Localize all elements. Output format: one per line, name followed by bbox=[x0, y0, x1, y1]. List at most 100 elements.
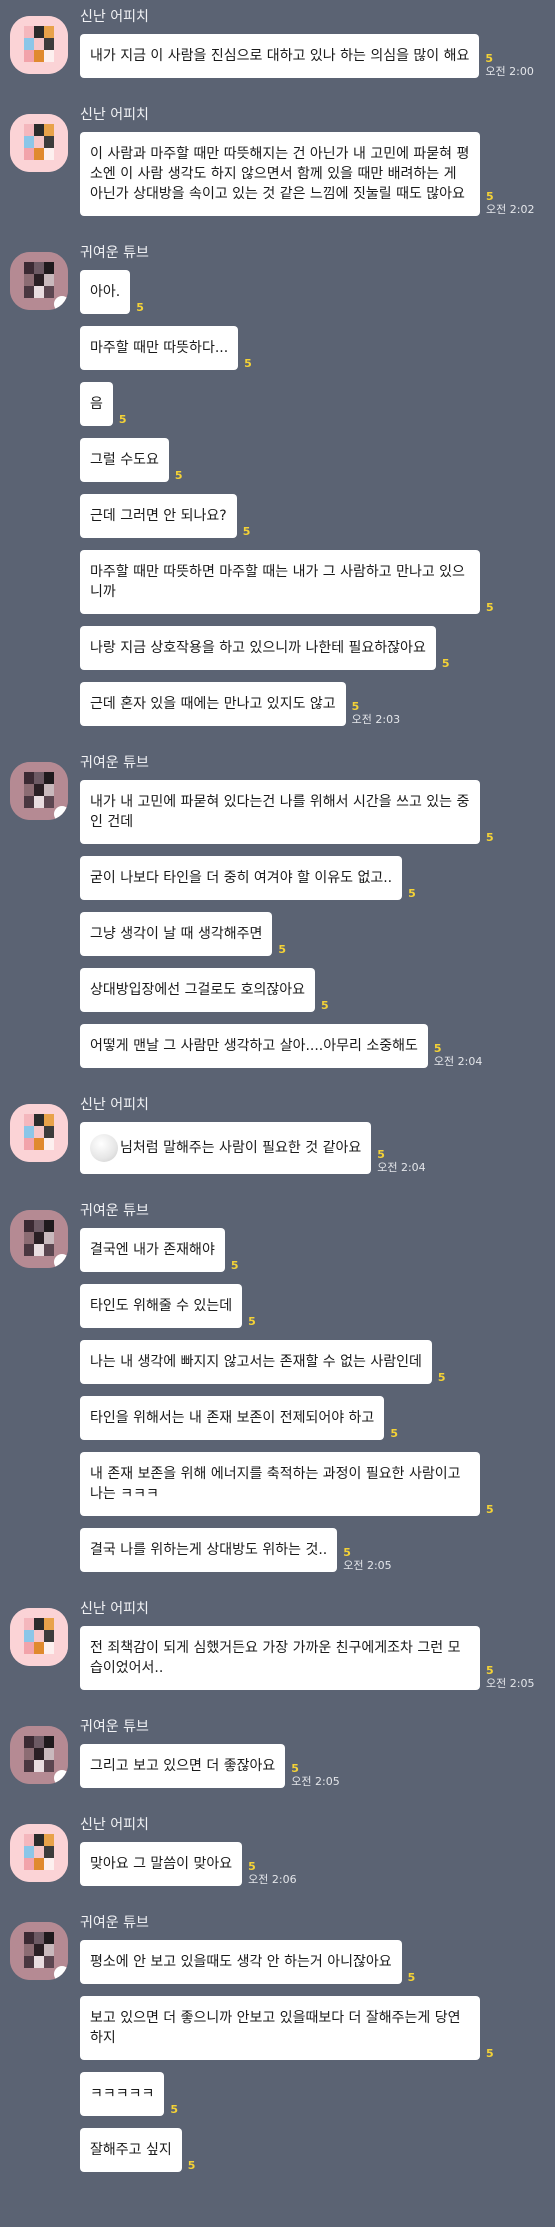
unread-count: 5 bbox=[486, 190, 494, 203]
message-meta: 5 bbox=[486, 601, 494, 614]
timestamp: 오전 2:04 bbox=[377, 1161, 426, 1174]
message-meta: 5 오전 2:00 bbox=[485, 52, 533, 78]
message-bubble[interactable]: 전 죄책감이 되게 심했거든요 가장 가까운 친구에게조차 그런 모습이었어서.… bbox=[80, 1626, 480, 1690]
message-text: 어떻게 맨날 그 사람만 생각하고 살아....아무리 소중해도 bbox=[90, 1038, 418, 1054]
message-meta: 5 오전 2:03 bbox=[352, 700, 400, 726]
message-row: 타인을 위해서는 내 존재 보존이 전제되어야 하고 5 bbox=[80, 1396, 555, 1440]
message-text: 맞아요 그 말씀이 맞아요 bbox=[90, 1856, 233, 1872]
message-bubble[interactable]: 근데 혼자 있을 때에는 만나고 있지도 않고 bbox=[80, 682, 346, 726]
message-group: 귀여운 튜브 평소에 안 보고 있을때도 생각 안 하는거 아니잖아요 5 보고 있으… bbox=[0, 1906, 555, 2192]
avatar[interactable] bbox=[10, 16, 68, 74]
message-text: 평소에 안 보고 있을때도 생각 안 하는거 아니잖아요 bbox=[90, 1954, 392, 1970]
message-text: 타인을 위해서는 내 존재 보존이 전제되어야 하고 bbox=[90, 1410, 375, 1426]
message-text: 마주할 때만 따뜻하다... bbox=[90, 340, 229, 356]
message-group: 신난 어피치전 죄책감이 되게 심했거든요 가장 가까운 친구에게조차 그런 모… bbox=[0, 1592, 555, 1710]
message-meta: 5 오전 2:04 bbox=[434, 1042, 482, 1068]
unread-count: 5 bbox=[242, 525, 251, 538]
message-meta: 5 bbox=[442, 657, 450, 670]
unread-count: 5 bbox=[248, 1860, 256, 1873]
message-text: 굳이 나보다 타인을 더 중히 여겨야 할 이유도 없고.. bbox=[90, 870, 393, 886]
message-group: 귀여운 튜브 결국엔 내가 존재해야 5 타인도 위해줄 수 있는데 5 나는 내 생각에… bbox=[0, 1194, 555, 1592]
sender-name: 신난 어피치 bbox=[80, 1601, 149, 1617]
avatar[interactable] bbox=[10, 1824, 68, 1882]
unread-count: 5 bbox=[486, 2047, 494, 2060]
message-meta: 5 오전 2:05 bbox=[343, 1546, 391, 1572]
message-bubble[interactable]: 상대방입장에선 그걸로도 호의잖아요 bbox=[80, 968, 315, 1012]
unread-count: 5 bbox=[174, 469, 183, 482]
message-bubble[interactable]: 타인을 위해서는 내 존재 보존이 전제되어야 하고 bbox=[80, 1396, 385, 1440]
unread-count: 5 bbox=[136, 301, 144, 314]
message-bubble[interactable]: 타인도 위해줄 수 있는데 bbox=[80, 1284, 243, 1328]
timestamp: 오전 2:06 bbox=[248, 1873, 297, 1886]
message-text: 음 bbox=[90, 396, 103, 412]
message-meta: 5 bbox=[438, 1371, 446, 1384]
message-bubble[interactable]: 결국엔 내가 존재해야 bbox=[80, 1228, 225, 1272]
message-bubble[interactable]: 내가 지금 이 사람을 진심으로 대하고 있나 하는 의심을 많이 해요 bbox=[80, 34, 480, 78]
unread-count: 5 bbox=[486, 1503, 494, 1516]
message-meta: 5 bbox=[243, 525, 251, 538]
message-row: 굳이 나보다 타인을 더 중히 여겨야 할 이유도 없고.. 5 bbox=[80, 856, 555, 900]
message-text: 내가 내 고민에 파묻혀 있다는건 나를 위해서 시간을 쓰고 있는 중인 건데 bbox=[90, 794, 470, 830]
avatar[interactable] bbox=[10, 114, 68, 172]
message-bubble[interactable]: 음 bbox=[80, 382, 113, 426]
message-row: 잘해주고 싶지 5 bbox=[80, 2128, 555, 2172]
sender-name: 신난 어피치 bbox=[80, 1817, 149, 1833]
message-bubble[interactable]: 내 존재 보존을 위해 에너지를 축적하는 과정이 필요한 사람이고 나는 ㅋㅋ… bbox=[80, 1452, 480, 1516]
message-bubble[interactable]: 님처럼 말해주는 사람이 필요한 것 같아요 bbox=[80, 1122, 372, 1174]
unread-count: 5 bbox=[486, 1664, 494, 1677]
message-bubble[interactable]: 내가 내 고민에 파묻혀 있다는건 나를 위해서 시간을 쓰고 있는 중인 건데 bbox=[80, 780, 480, 844]
message-bubble[interactable]: 맞아요 그 말씀이 맞아요 bbox=[80, 1842, 243, 1886]
message-bubble[interactable]: ㅋㅋㅋㅋㅋ bbox=[80, 2072, 165, 2116]
message-bubble[interactable]: 마주할 때만 따뜻하다... bbox=[80, 326, 239, 370]
message-row: ㅋㅋㅋㅋㅋ 5 bbox=[80, 2072, 555, 2116]
sender-name: 귀여운 튜브 bbox=[80, 755, 149, 771]
message-text: 이 사람과 마주할 때만 따뜻해지는 건 아닌가 내 고민에 파묻혀 평소엔 이… bbox=[90, 146, 470, 202]
message-row: 그냥 생각이 날 때 생각해주면 5 bbox=[80, 912, 555, 956]
message-row: 근데 혼자 있을 때에는 만나고 있지도 않고 5 오전 2:03 bbox=[80, 682, 555, 726]
message-bubble[interactable]: 마주할 때만 따뜻하면 마주할 때는 내가 그 사람하고 만나고 있으니까 bbox=[80, 550, 480, 614]
message-text: 그리고 보고 있으면 더 좋잖아요 bbox=[90, 1758, 276, 1774]
avatar[interactable] bbox=[10, 252, 68, 310]
unread-count: 5 bbox=[187, 2159, 196, 2172]
message-meta: 5 오전 2:05 bbox=[486, 1664, 534, 1690]
message-bubble[interactable]: 근데 그러면 안 되나요? bbox=[80, 494, 237, 538]
timestamp: 오전 2:05 bbox=[291, 1775, 340, 1788]
message-row: 님처럼 말해주는 사람이 필요한 것 같아요 5 오전 2:04 bbox=[80, 1122, 555, 1174]
message-meta: 5 bbox=[136, 301, 144, 314]
emoji-icon bbox=[90, 1134, 118, 1162]
message-bubble[interactable]: 그냥 생각이 날 때 생각해주면 bbox=[80, 912, 273, 956]
avatar[interactable] bbox=[10, 1210, 68, 1268]
avatar[interactable] bbox=[10, 1922, 68, 1980]
avatar[interactable] bbox=[10, 762, 68, 820]
message-text: 그럴 수도요 bbox=[90, 452, 159, 468]
avatar[interactable] bbox=[10, 1104, 68, 1162]
message-group: 귀여운 튜브내가 내 고민에 파묻혀 있다는건 나를 위해서 시간을 쓰고 있는… bbox=[0, 746, 555, 1088]
message-text: 결국 나를 위하는게 상대방도 위하는 것.. bbox=[90, 1542, 328, 1558]
message-bubble[interactable]: 그럴 수도요 bbox=[80, 438, 169, 482]
message-row: 상대방입장에선 그걸로도 호의잖아요 5 bbox=[80, 968, 555, 1012]
message-text: 나는 내 생각에 빠지지 않고서는 존재할 수 없는 사람인데 bbox=[90, 1354, 422, 1370]
message-bubble[interactable]: 어떻게 맨날 그 사람만 생각하고 살아....아무리 소중해도 bbox=[80, 1024, 428, 1068]
message-text: ㅋㅋㅋㅋㅋ bbox=[90, 2086, 155, 2102]
message-text: 근데 혼자 있을 때에는 만나고 있지도 않고 bbox=[90, 696, 336, 712]
message-bubble[interactable]: 나는 내 생각에 빠지지 않고서는 존재할 수 없는 사람인데 bbox=[80, 1340, 432, 1384]
message-bubble[interactable]: 나랑 지금 상호작용을 하고 있으니까 나한테 필요하잖아요 bbox=[80, 626, 436, 670]
message-meta: 5 bbox=[321, 999, 329, 1012]
unread-count: 5 bbox=[441, 657, 450, 670]
message-bubble[interactable]: 보고 있으면 더 좋으니까 안보고 있을때보다 더 잘해주는게 당연하지 bbox=[80, 1996, 480, 2060]
message-bubble[interactable]: 이 사람과 마주할 때만 따뜻해지는 건 아닌가 내 고민에 파묻혀 평소엔 이… bbox=[80, 132, 480, 216]
message-text: 마주할 때만 따뜻하면 마주할 때는 내가 그 사람하고 만나고 있으니까 bbox=[90, 564, 465, 600]
message-meta: 5 오전 2:06 bbox=[248, 1860, 296, 1886]
message-bubble[interactable]: 굳이 나보다 타인을 더 중히 여겨야 할 이유도 없고.. bbox=[80, 856, 403, 900]
message-bubble[interactable]: 잘해주고 싶지 bbox=[80, 2128, 182, 2172]
message-bubble[interactable]: 아아. bbox=[80, 270, 131, 314]
avatar[interactable] bbox=[10, 1726, 68, 1784]
message-text: 내 존재 보존을 위해 에너지를 축적하는 과정이 필요한 사람이고 나는 ㅋㅋ… bbox=[90, 1466, 465, 1502]
unread-count: 5 bbox=[377, 1148, 385, 1161]
avatar[interactable] bbox=[10, 1608, 68, 1666]
message-bubble[interactable]: 결국 나를 위하는게 상대방도 위하는 것.. bbox=[80, 1528, 338, 1572]
message-text: 내가 지금 이 사람을 진심으로 대하고 있나 하는 의심을 많이 해요 bbox=[90, 48, 470, 64]
sender-name: 귀여운 튜브 bbox=[80, 245, 149, 261]
message-bubble[interactable]: 그리고 보고 있으면 더 좋잖아요 bbox=[80, 1744, 286, 1788]
message-bubble[interactable]: 평소에 안 보고 있을때도 생각 안 하는거 아니잖아요 bbox=[80, 1940, 402, 1984]
